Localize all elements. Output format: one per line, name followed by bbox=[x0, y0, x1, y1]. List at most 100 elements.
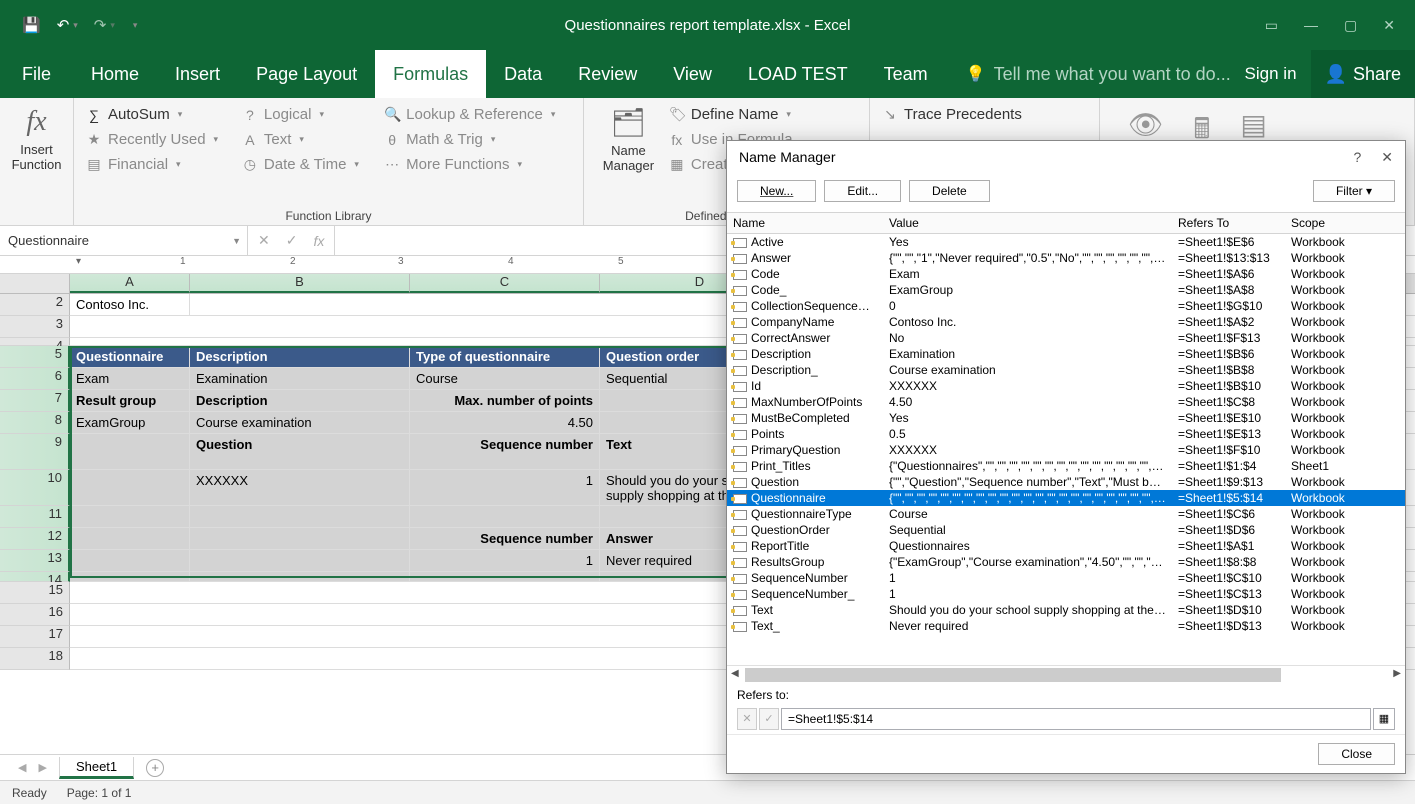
cell[interactable]: Examination bbox=[190, 368, 410, 389]
tab-review[interactable]: Review bbox=[560, 50, 655, 98]
name-row[interactable]: Description_Course examination=Sheet1!$B… bbox=[727, 362, 1405, 378]
collapse-dialog-icon[interactable]: ▦ bbox=[1373, 708, 1395, 730]
scroll-left-icon[interactable]: ◀ bbox=[731, 668, 739, 679]
name-row[interactable]: SequenceNumber1=Sheet1!$C$10Workbook bbox=[727, 570, 1405, 586]
tab-data[interactable]: Data bbox=[486, 50, 560, 98]
cell[interactable]: Description bbox=[190, 346, 410, 367]
tab-formulas[interactable]: Formulas bbox=[375, 50, 486, 98]
name-row[interactable]: CodeExam=Sheet1!$A$6Workbook bbox=[727, 266, 1405, 282]
maximize-icon[interactable]: ▢ bbox=[1344, 17, 1357, 34]
trace-precedents-button[interactable]: ↘Trace Precedents bbox=[878, 104, 1091, 125]
undo-icon[interactable]: ↶▾ bbox=[57, 16, 78, 34]
new-button[interactable]: New... bbox=[737, 180, 816, 202]
row-hdr-13[interactable]: 13 bbox=[0, 550, 70, 572]
define-name-button[interactable]: 🏷Define Name▾ bbox=[665, 104, 861, 125]
cancel-icon[interactable]: ✕ bbox=[258, 232, 270, 249]
name-row[interactable]: CompanyNameContoso Inc.=Sheet1!$A$2Workb… bbox=[727, 314, 1405, 330]
save-icon[interactable]: 💾 bbox=[22, 16, 41, 34]
row-hdr-8[interactable]: 8 bbox=[0, 412, 70, 434]
col-header-a[interactable]: A bbox=[70, 274, 190, 293]
tab-home[interactable]: Home bbox=[73, 50, 157, 98]
name-box[interactable]: Questionnaire ▼ bbox=[0, 226, 248, 255]
dropdown-arrow-icon[interactable]: ▼ bbox=[232, 236, 241, 246]
fx-icon[interactable]: fx bbox=[313, 233, 324, 249]
recently-used-button[interactable]: ★Recently Used▾ bbox=[82, 129, 238, 150]
tell-me-search[interactable]: 💡 Tell me what you want to do... bbox=[966, 50, 1231, 98]
name-row[interactable]: Questionnaire{"","","","","","","","",""… bbox=[727, 490, 1405, 506]
tab-file[interactable]: File bbox=[0, 50, 73, 98]
refers-to-input[interactable] bbox=[781, 708, 1371, 730]
cell[interactable]: Course examination bbox=[190, 412, 410, 433]
col-header-c[interactable]: C bbox=[410, 274, 600, 293]
row-hdr-7[interactable]: 7 bbox=[0, 390, 70, 412]
name-row[interactable]: QuestionOrderSequential=Sheet1!$D$6Workb… bbox=[727, 522, 1405, 538]
tab-pagelayout[interactable]: Page Layout bbox=[238, 50, 375, 98]
cell[interactable]: Max. number of points bbox=[410, 390, 600, 411]
cell[interactable]: Description bbox=[190, 390, 410, 411]
name-row[interactable]: Answer{"","","1","Never required","0.5",… bbox=[727, 250, 1405, 266]
tab-team[interactable]: Team bbox=[866, 50, 946, 98]
cell[interactable]: 4.50 bbox=[410, 412, 600, 433]
minimize-icon[interactable]: ― bbox=[1304, 17, 1318, 34]
tab-loadtest[interactable]: LOAD TEST bbox=[730, 50, 866, 98]
horizontal-scrollbar[interactable]: ◀ ▶ bbox=[727, 665, 1405, 682]
row-hdr-10[interactable]: 10 bbox=[0, 470, 70, 506]
redo-icon[interactable]: ↷▾ bbox=[94, 16, 115, 34]
col-header-scope[interactable]: Scope bbox=[1285, 216, 1385, 230]
row-hdr-3[interactable]: 3 bbox=[0, 316, 70, 338]
col-header-name[interactable]: Name bbox=[727, 216, 883, 230]
name-row[interactable]: QuestionnaireTypeCourse=Sheet1!$C$6Workb… bbox=[727, 506, 1405, 522]
cell[interactable]: XXXXXX bbox=[190, 470, 410, 505]
row-hdr-17[interactable]: 17 bbox=[0, 626, 70, 648]
enter-icon[interactable]: ✓ bbox=[286, 232, 298, 249]
name-row[interactable]: CollectionSequenceNu...0=Sheet1!$G$10Wor… bbox=[727, 298, 1405, 314]
name-row[interactable]: MustBeCompletedYes=Sheet1!$E$10Workbook bbox=[727, 410, 1405, 426]
ribbon-display-icon[interactable]: ▭ bbox=[1265, 17, 1278, 34]
cell[interactable]: Contoso Inc. bbox=[70, 294, 190, 315]
cell[interactable]: Course bbox=[410, 368, 600, 389]
row-hdr-9[interactable]: 9 bbox=[0, 434, 70, 470]
close-icon[interactable]: ✕ bbox=[1383, 17, 1395, 34]
mathtrig-button[interactable]: θMath & Trig▾ bbox=[380, 129, 575, 150]
name-row[interactable]: ActiveYes=Sheet1!$E$6Workbook bbox=[727, 234, 1405, 250]
share-button[interactable]: 👤 Share bbox=[1311, 50, 1415, 98]
financial-button[interactable]: ▤Financial▾ bbox=[82, 154, 238, 175]
row-hdr-4[interactable]: 4 bbox=[0, 338, 70, 346]
close-button[interactable]: Close bbox=[1318, 743, 1395, 765]
tab-nav-prev[interactable]: ◀ bbox=[18, 761, 26, 774]
row-hdr-5[interactable]: 5 bbox=[0, 346, 70, 368]
row-hdr-18[interactable]: 18 bbox=[0, 648, 70, 670]
cell[interactable] bbox=[70, 470, 190, 505]
name-row[interactable]: Question{"","Question","Sequence number"… bbox=[727, 474, 1405, 490]
row-hdr-12[interactable]: 12 bbox=[0, 528, 70, 550]
row-hdr-6[interactable]: 6 bbox=[0, 368, 70, 390]
name-row[interactable]: Print_Titles{"Questionnaires","","","","… bbox=[727, 458, 1405, 474]
tab-nav-next[interactable]: ▶ bbox=[38, 761, 46, 774]
signin-button[interactable]: Sign in bbox=[1231, 50, 1311, 98]
scroll-right-icon[interactable]: ▶ bbox=[1393, 668, 1401, 679]
delete-button[interactable]: Delete bbox=[909, 180, 990, 202]
name-row[interactable]: Points0.5=Sheet1!$E$13Workbook bbox=[727, 426, 1405, 442]
more-functions-button[interactable]: ⋯More Functions▾ bbox=[380, 154, 575, 175]
filter-button[interactable]: Filter ▾ bbox=[1313, 180, 1395, 202]
cell[interactable]: 1 bbox=[410, 550, 600, 571]
cell[interactable]: 1 bbox=[410, 470, 600, 505]
cell[interactable]: Sequence number bbox=[410, 434, 600, 469]
cell[interactable]: Sequence number bbox=[410, 528, 600, 549]
sheet-tab[interactable]: Sheet1 bbox=[59, 757, 134, 779]
row-hdr-16[interactable]: 16 bbox=[0, 604, 70, 626]
name-row[interactable]: TextShould you do your school supply sho… bbox=[727, 602, 1405, 618]
col-header-b[interactable]: B bbox=[190, 274, 410, 293]
cell[interactable]: Question bbox=[190, 434, 410, 469]
cell[interactable]: Type of questionnaire bbox=[410, 346, 600, 367]
cell[interactable]: ExamGroup bbox=[70, 412, 190, 433]
name-row[interactable]: IdXXXXXX=Sheet1!$B$10Workbook bbox=[727, 378, 1405, 394]
help-icon[interactable]: ? bbox=[1353, 149, 1361, 166]
dialog-close-icon[interactable]: ✕ bbox=[1381, 149, 1393, 166]
name-manager-button[interactable]: 🗂 Name Manager bbox=[592, 102, 665, 177]
cell[interactable]: Exam bbox=[70, 368, 190, 389]
cell[interactable] bbox=[70, 434, 190, 469]
cancel-refers-icon[interactable]: ✕ bbox=[737, 708, 757, 730]
name-row[interactable]: ReportTitleQuestionnaires=Sheet1!$A$1Wor… bbox=[727, 538, 1405, 554]
autosum-button[interactable]: ∑AutoSum▾ bbox=[82, 104, 238, 125]
